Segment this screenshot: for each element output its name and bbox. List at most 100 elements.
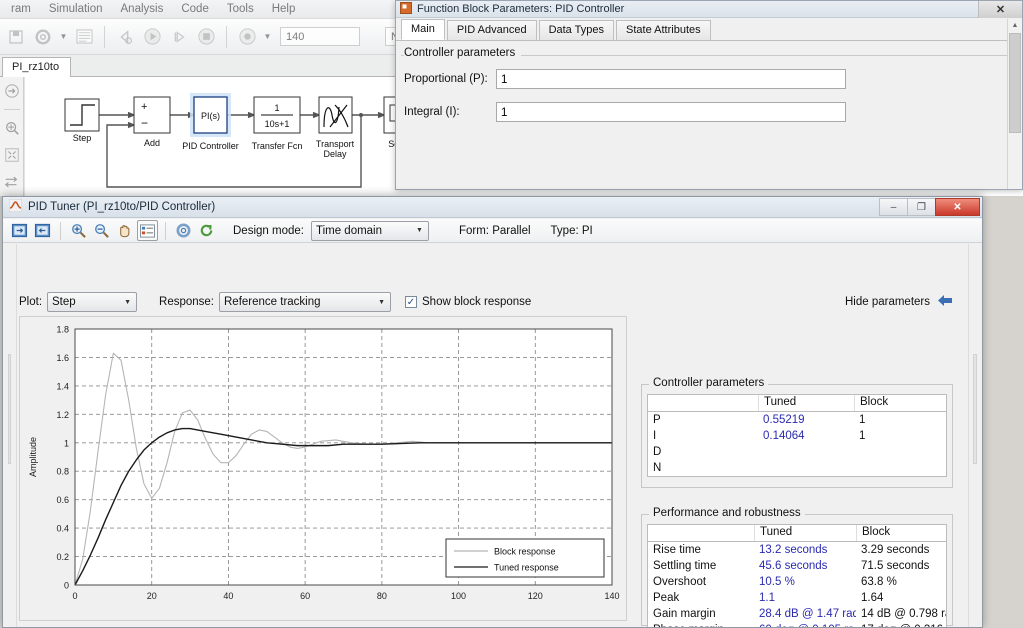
chevron-down-icon-2[interactable]: ▼ [262, 26, 273, 48]
window-controls: – ❐ ✕ [879, 198, 980, 216]
block-value: 1 [859, 430, 866, 442]
chevron-down-icon[interactable]: ▼ [58, 26, 69, 48]
svg-text:100: 100 [451, 591, 466, 601]
menu-help[interactable]: Help [263, 1, 305, 17]
svg-text:PI(s): PI(s) [201, 111, 220, 121]
row-label: Phase margin [648, 624, 754, 627]
table-row[interactable]: Phase margin60 deg @ 0.105 rad/s17 deg @… [648, 622, 946, 627]
zoom-in-icon[interactable] [68, 220, 89, 241]
scroll-up-icon[interactable]: ▲ [1009, 19, 1021, 32]
performance-robustness-group: Performance and robustness Tuned Block Ris… [641, 507, 953, 627]
library-browser-icon[interactable] [72, 25, 96, 49]
tab-pid-advanced[interactable]: PID Advanced [446, 20, 537, 40]
hide-parameters-control[interactable]: Hide parameters [845, 294, 953, 310]
table-row[interactable]: Settling time 45.6 seconds 71.5 seconds [648, 558, 946, 574]
pan-icon[interactable] [114, 220, 135, 241]
block-value: 1.64 [861, 592, 884, 604]
menu-code[interactable]: Code [172, 1, 218, 17]
response-select[interactable]: Reference tracking ▼ [219, 292, 391, 312]
svg-text:Transfer Fcn: Transfer Fcn [252, 141, 303, 151]
svg-text:1.6: 1.6 [56, 353, 69, 363]
tab-main[interactable]: Main [401, 19, 445, 40]
plot-type-select[interactable]: Step ▼ [47, 292, 138, 312]
svg-text:PID Controller: PID Controller [182, 141, 239, 151]
table-row[interactable]: Peak 1.1 1.64 [648, 590, 946, 606]
table-row[interactable]: Overshoot 10.5 % 63.8 % [648, 574, 946, 590]
menu-analysis[interactable]: Analysis [112, 1, 173, 17]
tuned-value: 13.2 seconds [759, 544, 828, 556]
options-gear-icon[interactable] [173, 220, 194, 241]
show-block-response-checkbox[interactable]: ✓ [405, 296, 417, 308]
table-row[interactable]: N [648, 460, 946, 476]
svg-text:Transport: Transport [316, 139, 355, 149]
table-row[interactable]: P 0.55219 1 [648, 412, 946, 428]
signal-routing-icon[interactable] [3, 173, 21, 191]
splitter-grip-right[interactable] [973, 354, 977, 464]
zoom-out-icon[interactable] [91, 220, 112, 241]
fit-to-view-icon[interactable] [3, 146, 21, 164]
arrow-left-icon[interactable] [937, 294, 953, 310]
table-header-row: Tuned Block [648, 395, 946, 412]
proportional-label: Proportional (P): [404, 73, 488, 85]
splitter-grip[interactable] [8, 354, 11, 464]
right-splitter[interactable] [968, 244, 982, 627]
controller-parameters-table: Tuned Block P 0.55219 1 I 0.14064 1 D N [647, 394, 947, 477]
response-value: Reference tracking [224, 296, 321, 308]
show-block-response-label[interactable]: Show block response [422, 296, 531, 308]
svg-text:0: 0 [72, 591, 77, 601]
step-forward-icon[interactable] [167, 25, 191, 49]
update-block-icon[interactable] [196, 220, 217, 241]
minimize-button[interactable]: – [879, 198, 908, 216]
record-icon[interactable] [235, 25, 259, 49]
step-back-icon[interactable] [113, 25, 137, 49]
hide-parameters-label[interactable]: Hide parameters [845, 296, 930, 308]
column-header [648, 525, 754, 541]
controller-parameters-group: Controller parameters Tuned Block P 0.55219… [641, 377, 953, 488]
table-row[interactable]: D [648, 444, 946, 460]
svg-text:10s+1: 10s+1 [265, 119, 290, 129]
simulation-time-input[interactable]: 140 [280, 27, 360, 46]
design-mode-label: Design mode: [233, 224, 304, 237]
plot-controls-bar: Plot: Step ▼ Response: Reference trackin… [19, 290, 967, 314]
tab-state-attributes[interactable]: State Attributes [616, 20, 711, 40]
design-mode-select[interactable]: Time domain ▼ [310, 220, 429, 241]
row-label: P [653, 414, 661, 426]
stop-icon[interactable] [194, 25, 218, 49]
restore-button[interactable]: ❐ [907, 198, 936, 216]
export-to-workspace-icon[interactable] [9, 220, 30, 241]
close-button[interactable]: ✕ [935, 198, 980, 216]
svg-text:1: 1 [274, 103, 279, 113]
svg-text:20: 20 [147, 591, 157, 601]
menu-diagram[interactable]: ram [2, 1, 40, 17]
run-icon[interactable] [140, 25, 164, 49]
zoom-icon[interactable] [3, 119, 21, 137]
chevron-down-icon-2: ▼ [378, 298, 385, 306]
import-from-workspace-icon[interactable] [32, 220, 53, 241]
toolbar-separator [104, 25, 105, 48]
svg-text:Step: Step [73, 133, 92, 143]
column-header: Block [856, 525, 946, 541]
matlab-icon [8, 198, 23, 215]
left-splitter[interactable] [3, 244, 17, 627]
menu-simulation[interactable]: Simulation [40, 1, 112, 17]
fbp-scrollbar[interactable]: ▲ [1007, 19, 1022, 189]
integral-input[interactable]: 1 [496, 102, 846, 122]
proportional-input[interactable]: 1 [496, 69, 846, 89]
table-row[interactable]: I 0.14064 1 [648, 428, 946, 444]
svg-text:120: 120 [528, 591, 543, 601]
navigate-up-icon[interactable] [3, 82, 21, 100]
close-icon[interactable]: ✕ [978, 1, 1022, 18]
svg-text:0.6: 0.6 [56, 495, 69, 505]
scrollbar-thumb[interactable] [1009, 33, 1021, 133]
save-icon[interactable] [4, 25, 28, 49]
plot-canvas: 0 0.2 0.4 0.6 0.8 1 1.2 1.4 1.6 1.8 0 20 40 60 80 100 12… [20, 317, 626, 620]
model-tab-pi-rz10to[interactable]: PI_rz10to [2, 57, 72, 78]
row-label: Peak [653, 592, 680, 604]
table-row[interactable]: Gain margin 28.4 dB @ 1.47 rad/s 14 dB @ 0… [648, 606, 946, 622]
legend-toggle-icon[interactable] [137, 220, 158, 241]
step-response-plot[interactable]: 0 0.2 0.4 0.6 0.8 1 1.2 1.4 1.6 1.8 0 20 40 60 80 100 12… [19, 316, 627, 621]
tab-data-types[interactable]: Data Types [538, 20, 615, 40]
table-row[interactable]: Rise time 13.2 seconds 3.29 seconds [648, 542, 946, 558]
menu-tools[interactable]: Tools [218, 1, 263, 17]
gear-icon[interactable] [31, 25, 55, 49]
